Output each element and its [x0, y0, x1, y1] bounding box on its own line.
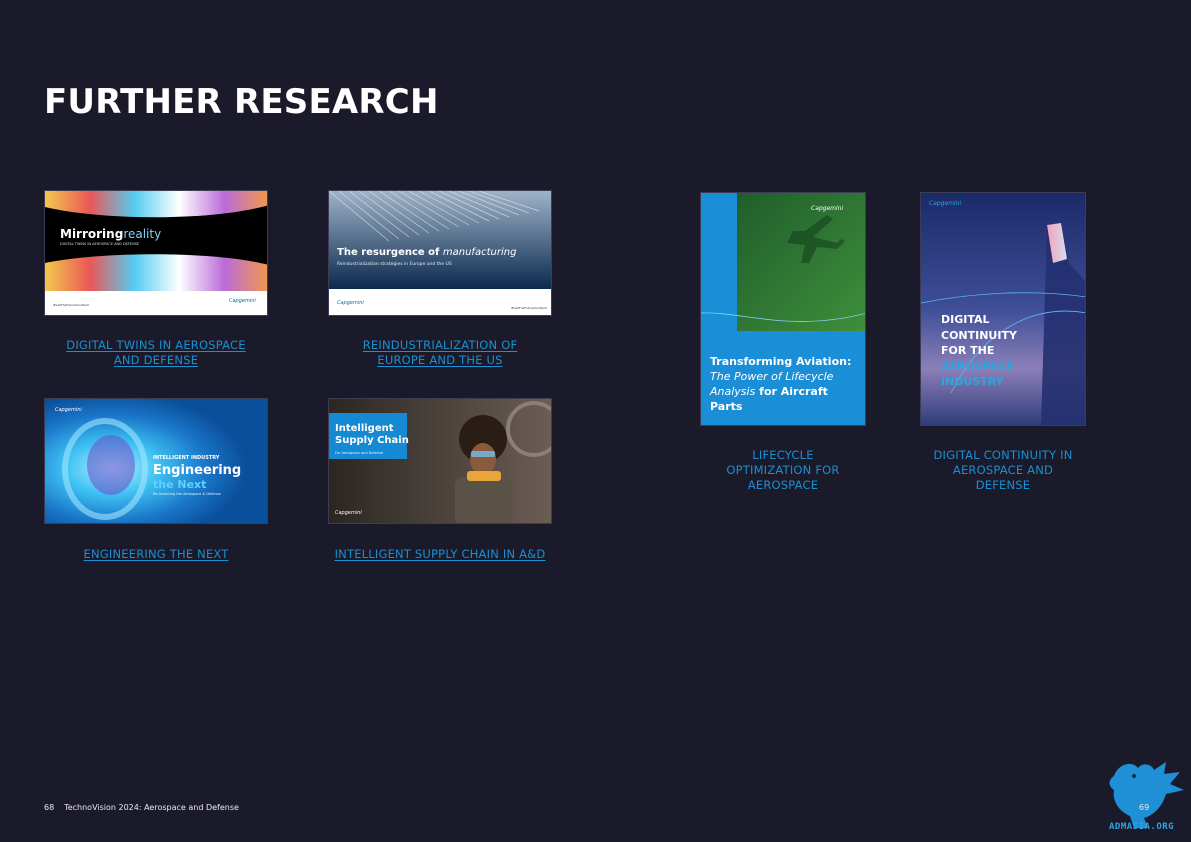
footer: 68 TechnoVision 2024: Aerospace and Defen…: [44, 803, 239, 812]
page-title: FURTHER RESEARCH: [44, 82, 439, 122]
report-cover-intelligent-supply-chain[interactable]: Intelligent Supply Chain For Aerospace a…: [328, 398, 552, 524]
publication-name: TechnoVision 2024: Aerospace and Defense: [64, 803, 239, 812]
page-number-right: 69: [1139, 803, 1150, 812]
cover-line: DIGITAL: [941, 313, 990, 326]
cover-subtitle: DIGITAL TWINS IN AEROSPACE AND DEFENSE: [60, 242, 140, 246]
link-engineering-the-next[interactable]: ENGINEERING THE NEXT: [44, 547, 268, 562]
link-digital-continuity[interactable]: DIGITAL CONTINUITY IN AEROSPACE AND DEFE…: [920, 448, 1086, 493]
cover-title-line: Supply Chain: [335, 435, 409, 446]
cover-title-line: Intelligent: [335, 423, 394, 434]
cover-title-accent: manufacturing: [442, 247, 517, 258]
page-number-left: 68: [44, 803, 55, 812]
link-line: DIGITAL TWINS IN AEROSPACE: [66, 338, 246, 352]
link-digital-twins[interactable]: DIGITAL TWINS IN AEROSPACE AND DEFENSE: [44, 338, 268, 368]
brand-logo: Capgemini: [335, 510, 362, 516]
cover-title-accent: the Next: [153, 478, 207, 491]
cover-hashtag: #GetTheFutureYouWant: [53, 303, 89, 307]
link-line: AEROSPACE AND: [952, 463, 1054, 477]
cover-title: Mirroring: [60, 227, 124, 241]
report-cover-digital-twins[interactable]: Mirroringreality DIGITAL TWINS IN AEROSP…: [44, 190, 268, 316]
link-line: DIGITAL CONTINUITY IN: [933, 448, 1073, 462]
link-intelligent-supply-chain[interactable]: INTELLIGENT SUPPLY CHAIN IN A&D: [328, 547, 552, 562]
aircraft-wing-artwork: [921, 193, 1085, 425]
cover-line: Analysis: [710, 385, 756, 398]
report-cover-engineering-the-next[interactable]: Capgemini INTELLIGENT INDUSTRY Engineeri…: [44, 398, 268, 524]
brand-logo: Capgemini: [811, 205, 844, 212]
blue-swirl-artwork: [45, 399, 267, 523]
report-cover-digital-continuity[interactable]: Capgemini DIGITAL CONTINUITY FOR THE AER…: [920, 192, 1086, 426]
watermark-text: ADMASIA.ORG: [1109, 822, 1175, 832]
cover-line: The Power of Lifecycle: [710, 370, 834, 383]
cover-subtitle: For Aerospace and Defense: [335, 451, 384, 455]
cover-line: FOR THE: [941, 344, 995, 357]
cover-line: AEROSPACE: [941, 359, 1014, 373]
link-line: REINDUSTRIALIZATION OF: [362, 338, 518, 352]
cover-kicker: INTELLIGENT INDUSTRY: [153, 455, 220, 461]
link-reindustrialization[interactable]: REINDUSTRIALIZATION OF EUROPE AND THE US: [328, 338, 552, 368]
link-line: INTELLIGENT SUPPLY CHAIN IN A&D: [334, 547, 546, 561]
report-cover-transforming-aviation[interactable]: Capgemini Transforming Aviation: The Pow…: [700, 192, 866, 426]
cover-hashtag: #GetTheFutureYouWant: [511, 306, 547, 310]
cover-title: Transforming Aviation:: [710, 355, 852, 368]
cover-subtitle: Reindustrialization strategies in Europe…: [337, 262, 452, 267]
link-lifecycle-optimization[interactable]: LIFECYCLE OPTIMIZATION FOR AEROSPACE: [700, 448, 866, 493]
brand-logo: Capgemini: [229, 298, 256, 304]
cover-line: CONTINUITY: [941, 328, 1017, 342]
brand-logo: Capgemini: [55, 407, 82, 413]
link-line: LIFECYCLE: [752, 448, 814, 462]
cover-title: The resurgence of: [337, 247, 440, 258]
link-line: EUROPE AND THE US: [377, 353, 503, 367]
brand-logo: Capgemini: [929, 200, 962, 207]
link-line: AEROSPACE: [747, 478, 819, 492]
cover-line: INDUSTRY: [941, 375, 1004, 388]
link-line: DEFENSE: [975, 478, 1031, 492]
link-line: ENGINEERING THE NEXT: [83, 547, 229, 561]
cover-subtitle: Re-inventing the Aerospace & Defense: [153, 492, 221, 496]
brand-logo: Capgemini: [337, 300, 364, 306]
cover-title: Engineering: [153, 463, 242, 478]
link-line: OPTIMIZATION FOR: [726, 463, 840, 477]
cover-title-accent: reality: [123, 227, 162, 241]
report-cover-reindustrialization[interactable]: The resurgence of manufacturing Reindust…: [328, 190, 552, 316]
link-line: AND DEFENSE: [113, 353, 199, 367]
